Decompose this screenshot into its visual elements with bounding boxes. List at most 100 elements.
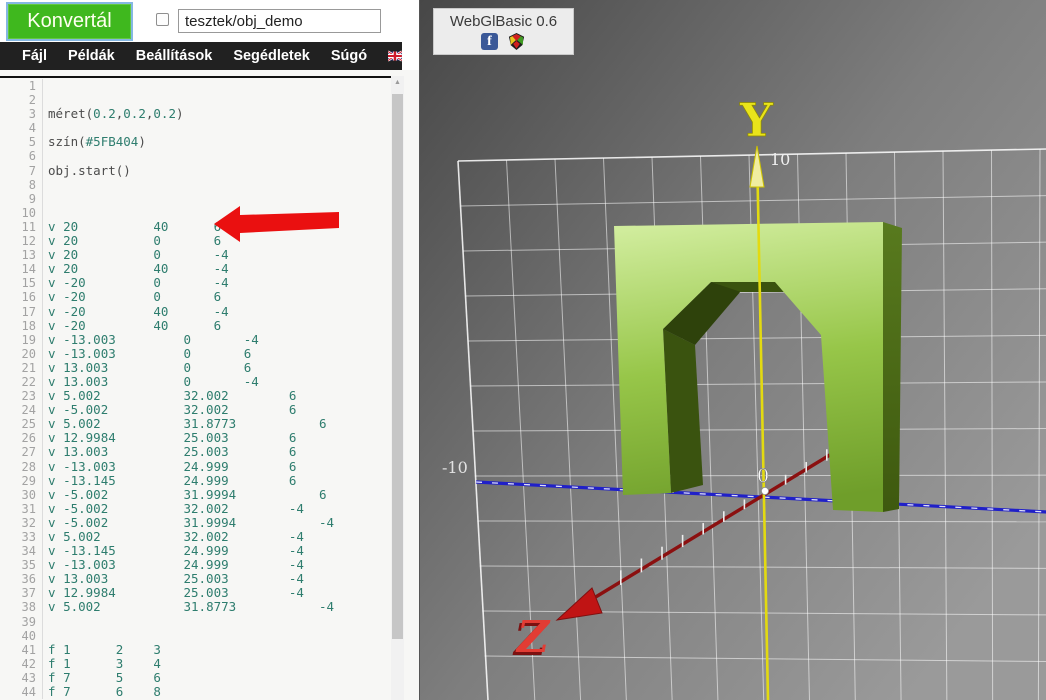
code-text: v 13.003 0 -4 xyxy=(42,375,391,389)
menubar: Fájl Példák Beállítások Segédletek Súgó xyxy=(0,42,402,70)
code-text: v -13.003 0 6 xyxy=(42,347,391,361)
code-line: 1 xyxy=(0,79,391,93)
code-text: v 5.002 31.8773 6 xyxy=(42,417,391,431)
menu-item-2[interactable]: Példák xyxy=(68,48,115,64)
code-text: v 13.003 0 6 xyxy=(42,361,391,375)
code-line: 27v 13.003 25.003 6 xyxy=(0,445,391,459)
code-line: 44f 7 6 8 xyxy=(0,685,391,699)
line-number: 7 xyxy=(0,164,42,178)
code-line: 10 xyxy=(0,206,391,220)
line-number: 40 xyxy=(0,629,42,643)
line-number: 30 xyxy=(0,488,42,502)
editor-scrollbar[interactable]: ▲ xyxy=(391,76,404,700)
code-text: v 20 40 -4 xyxy=(42,262,391,276)
line-number: 19 xyxy=(0,333,42,347)
code-line: 32v -5.002 31.9994 -4 xyxy=(0,516,391,530)
code-line: 5szín(#5FB404) xyxy=(0,135,391,149)
code-line: 19v -13.003 0 -4 xyxy=(0,333,391,347)
code-text: v -5.002 31.9994 -4 xyxy=(42,516,391,530)
code-text: f 1 2 3 xyxy=(42,643,391,657)
code-text: obj.start() xyxy=(42,164,391,178)
line-number: 11 xyxy=(0,220,42,234)
line-number: 34 xyxy=(0,544,42,558)
code-line: 24v -5.002 32.002 6 xyxy=(0,403,391,417)
line-number: 16 xyxy=(0,290,42,304)
menu-item-1[interactable]: Fájl xyxy=(22,48,47,64)
code-text: v -13.145 24.999 -4 xyxy=(42,544,391,558)
webgl-title: WebGlBasic 0.6 xyxy=(434,13,573,30)
code-text xyxy=(42,615,391,629)
line-number: 31 xyxy=(0,502,42,516)
code-text: v -20 40 6 xyxy=(42,319,391,333)
code-line: 42f 1 3 4 xyxy=(0,657,391,671)
code-text: v 13.003 25.003 6 xyxy=(42,445,391,459)
code-text: f 7 6 8 xyxy=(42,685,391,699)
code-text: v 5.002 31.8773 -4 xyxy=(42,600,391,614)
webgl-info-box: WebGlBasic 0.6 f xyxy=(433,8,574,55)
code-line: 33v 5.002 32.002 -4 xyxy=(0,530,391,544)
line-number: 32 xyxy=(0,516,42,530)
code-line: 8 xyxy=(0,178,391,192)
code-line: 11v 20 40 6 xyxy=(0,220,391,234)
filename-input[interactable] xyxy=(178,9,381,33)
scene-canvas[interactable]: Z Z Y 10 -10 0 xyxy=(420,0,1046,700)
convert-button[interactable]: Konvertál xyxy=(8,4,131,39)
code-editor[interactable]: 123méret(0.2,0.2,0.2)45szín(#5FB404)67ob… xyxy=(0,70,419,700)
code-text xyxy=(42,206,391,220)
x-min-tick-label: -10 xyxy=(442,458,468,477)
uk-flag-icon[interactable] xyxy=(388,47,402,65)
cube-badge-icon[interactable] xyxy=(507,32,526,51)
code-line: 43f 7 5 6 xyxy=(0,671,391,685)
code-text: v 5.002 32.002 -4 xyxy=(42,530,391,544)
menu-item-4[interactable]: Segédletek xyxy=(233,48,310,64)
line-number: 6 xyxy=(0,149,42,163)
code-text: v 5.002 32.002 6 xyxy=(42,389,391,403)
code-text xyxy=(42,79,391,93)
viewport-3d: Z Z Y 10 -10 0 WebGlBasic 0.6 f xyxy=(419,0,1046,700)
line-number: 1 xyxy=(0,79,42,93)
code-line: 20v -13.003 0 6 xyxy=(0,347,391,361)
code-text: v -13.003 24.999 -4 xyxy=(42,558,391,572)
y-axis-label: Y xyxy=(739,93,774,147)
scroll-up-button[interactable]: ▲ xyxy=(391,76,404,90)
line-number: 18 xyxy=(0,319,42,333)
code-text: v -13.003 24.999 6 xyxy=(42,460,391,474)
scrollbar-thumb[interactable] xyxy=(392,94,403,639)
line-number: 10 xyxy=(0,206,42,220)
code-text: v -13.003 0 -4 xyxy=(42,333,391,347)
code-text: v -20 40 -4 xyxy=(42,305,391,319)
code-line: 13v 20 0 -4 xyxy=(0,248,391,262)
code-text: v 20 40 6 xyxy=(42,220,391,234)
code-text: v 20 0 -4 xyxy=(42,248,391,262)
code-text: v 20 0 6 xyxy=(42,234,391,248)
code-line: 18v -20 40 6 xyxy=(0,319,391,333)
menu-item-5[interactable]: Súgó xyxy=(331,48,367,64)
code-line: 31v -5.002 32.002 -4 xyxy=(0,502,391,516)
facebook-icon[interactable]: f xyxy=(481,33,498,50)
line-number: 35 xyxy=(0,558,42,572)
code-line: 14v 20 40 -4 xyxy=(0,262,391,276)
line-number: 20 xyxy=(0,347,42,361)
code-text: f 7 5 6 xyxy=(42,671,391,685)
line-number: 33 xyxy=(0,530,42,544)
editor-top-border xyxy=(0,76,391,78)
filename-checkbox[interactable] xyxy=(156,13,169,26)
line-number: 28 xyxy=(0,460,42,474)
code-line: 40 xyxy=(0,629,391,643)
line-number: 17 xyxy=(0,305,42,319)
code-text: v -5.002 31.9994 6 xyxy=(42,488,391,502)
line-number: 25 xyxy=(0,417,42,431)
code-text: v -13.145 24.999 6 xyxy=(42,474,391,488)
code-line: 17v -20 40 -4 xyxy=(0,305,391,319)
menu-item-3[interactable]: Beállítások xyxy=(136,48,213,64)
z-axis-label: Z xyxy=(515,612,551,663)
line-number: 27 xyxy=(0,445,42,459)
line-number: 29 xyxy=(0,474,42,488)
code-line: 34v -13.145 24.999 -4 xyxy=(0,544,391,558)
code-line: 28v -13.003 24.999 6 xyxy=(0,460,391,474)
arch-side-face xyxy=(883,222,902,512)
code-text: v 13.003 25.003 -4 xyxy=(42,572,391,586)
code-line: 41f 1 2 3 xyxy=(0,643,391,657)
code-line: 38v 5.002 31.8773 -4 xyxy=(0,600,391,614)
line-number: 3 xyxy=(0,107,42,121)
